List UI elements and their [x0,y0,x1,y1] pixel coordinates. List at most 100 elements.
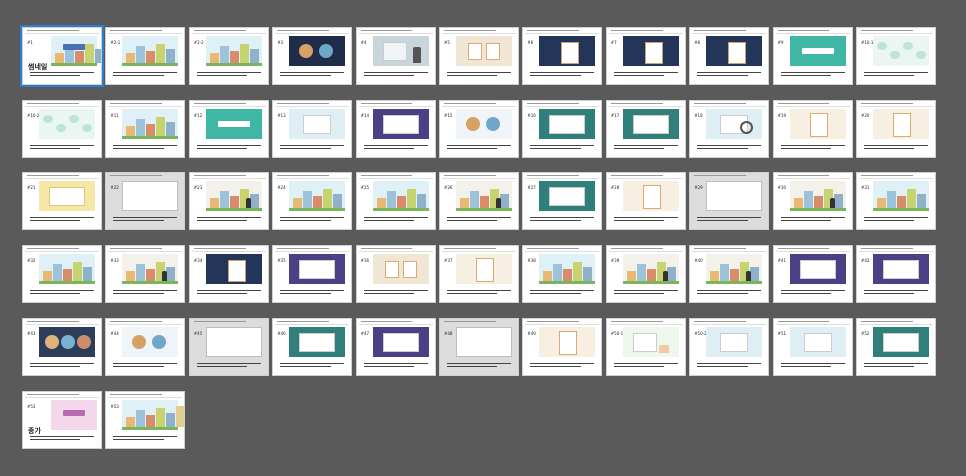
ground-strip [706,281,763,285]
slide-thumbnail[interactable]: #15 [439,99,519,158]
ground-strip [122,426,179,430]
header-line [861,248,913,250]
slide-thumbnail[interactable]: #7 [605,27,686,85]
slide-thumbnail[interactable]: #52 [856,317,936,376]
slide-thumbnail[interactable]: #41 [772,245,853,304]
slide-header-text [358,247,433,253]
slide-thumbnail[interactable]: #17 [605,99,686,158]
slide-thumbnail[interactable]: #36 [355,245,436,304]
slide-number: #26 [444,185,453,191]
slide-thumbnail[interactable]: #44 [105,317,186,376]
slide-notes [526,143,598,152]
slide-header-text [608,102,683,107]
slide-thumbnail[interactable]: #43 [22,317,102,376]
slide-thumbnail[interactable]: #34 [188,245,269,304]
slide-thumbnail[interactable]: #3 [272,27,353,85]
slide-thumbnail[interactable]: #9 [772,27,853,85]
slide-thumbnail[interactable]: #20 [856,99,936,158]
slide-notes [276,215,348,224]
slide-thumbnail[interactable]: #11 [105,99,186,158]
content-frame [299,260,336,280]
slide-thumbnail[interactable]: #19 [772,99,853,158]
notes-line [196,217,261,219]
slide-thumbnail[interactable]: #35 [272,245,353,304]
notes-line [447,144,511,146]
slide-notes [860,143,932,152]
slide-thumbnail[interactable]: #42 [856,245,936,304]
header-line [193,30,246,31]
notes-line [113,435,178,437]
slide-thumbnail[interactable]: #13 [272,99,353,158]
notes-line [447,220,498,222]
slide-thumbnail[interactable]: #24 [272,172,353,231]
slide-thumbnail[interactable]: #14 [355,99,436,158]
slide-thumbnail[interactable]: #21 [22,172,102,231]
notes-line [613,290,678,292]
slide-header-text [692,102,767,107]
slide-thumbnail[interactable]: #10-1 [856,27,936,85]
slide-number: #4 [360,40,367,45]
slide-thumbnail[interactable]: #50-1 [605,317,686,376]
slide-thumbnail[interactable]: #31 [856,172,936,231]
slide-preview [372,108,429,139]
slide-thumbnail[interactable]: #10-2 [22,99,102,158]
slide-thumbnail[interactable]: #47 [355,317,436,376]
slide-number: #22 [110,185,119,191]
content-frame [799,260,836,280]
slide-thumbnail[interactable]: #2-2 [188,27,269,85]
slide-thumbnail[interactable]: #46 [272,317,353,376]
slide-thumbnail[interactable]: #39 [605,245,686,304]
slide-header-text [525,29,600,34]
slide-thumbnail[interactable]: #49 [522,317,603,376]
building-shape [209,53,219,63]
slide-thumbnail[interactable]: #28 [605,172,686,231]
notes-line [864,75,915,76]
slide-thumbnail[interactable]: #53 종가 [22,390,102,449]
slide-thumbnail[interactable]: #51 [772,317,853,376]
slide-notes [360,215,432,224]
building-shape [126,125,136,136]
notes-line [864,144,928,146]
slide-thumbnail[interactable]: #4 [355,27,436,85]
slide-thumbnail[interactable]: #6 [522,27,603,85]
slide-thumbnail[interactable]: #16 [522,99,603,158]
slide-thumbnail[interactable]: #48 [439,317,519,376]
slide-thumbnail[interactable]: #38 [522,245,603,304]
slide-number: #20 [861,112,870,118]
notes-line [363,220,414,222]
slide-thumbnail[interactable]: #18 [689,99,770,158]
slide-thumbnail[interactable]: #5 [439,27,519,85]
slide-thumbnail[interactable]: #2-1 [105,27,186,85]
notes-line [613,220,665,222]
notes-line [30,362,94,364]
slide-thumbnail[interactable]: #37 [439,245,519,304]
slide-thumbnail[interactable]: #23 [188,172,269,231]
slide-thumbnail[interactable]: #50-2 [689,317,770,376]
slide-thumbnail[interactable]: #33 [105,245,186,304]
slide-number: #42 [861,258,870,264]
slide-thumbnail[interactable]: #26 [439,172,519,231]
notes-line [613,75,665,76]
notes-line [864,217,928,219]
slide-thumbnail[interactable]: #53 [105,390,186,449]
slide-number: #19 [777,112,787,118]
document-card [809,112,828,137]
slide-thumbnail[interactable]: #30 [772,172,853,231]
slide-thumbnail[interactable]: #32 [22,245,102,304]
magnifier-graphic [740,120,754,134]
bubble-node [43,114,53,123]
slide-thumbnail[interactable]: #45 [188,317,269,376]
slide-preview [789,181,846,212]
slide-thumbnail[interactable]: #25 [355,172,436,231]
building-shape [166,49,176,63]
slide-notes [610,288,682,297]
slide-thumbnail[interactable]: #8 [689,27,770,85]
slide-thumbnail[interactable]: #27 [522,172,603,231]
slide-thumbnail[interactable]: #22 [105,172,186,231]
slide-notes [693,288,765,297]
slide-thumbnail[interactable]: #40 [689,245,770,304]
slide-thumbnail[interactable]: #12 [188,99,269,158]
notes-line [280,290,345,292]
slide-thumbnail[interactable]: #29 [689,172,770,231]
slide-thumbnail[interactable]: #1 썸네일 [20,25,104,87]
